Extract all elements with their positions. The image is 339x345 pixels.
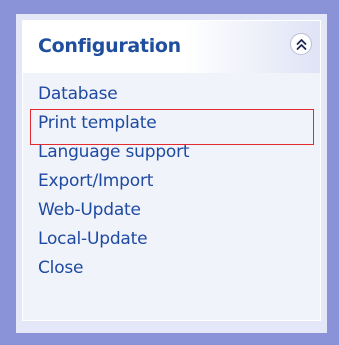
menu-list: Database Print template Language support…: [38, 80, 313, 283]
menu-item-label: Local-Update: [38, 229, 148, 249]
menu-item-export-import[interactable]: Export/Import: [38, 167, 313, 196]
menu-item-local-update[interactable]: Local-Update: [38, 225, 313, 254]
menu-item-label: Database: [38, 84, 118, 104]
menu-item-label: Print template: [38, 113, 157, 133]
menu-item-close[interactable]: Close: [38, 254, 313, 283]
double-chevron-up-icon: [296, 39, 307, 50]
menu-item-label: Close: [38, 258, 84, 278]
menu-item-print-template[interactable]: Print template: [38, 109, 313, 138]
panel-title: Configuration: [38, 35, 181, 57]
configuration-panel: Configuration Database Print template La…: [22, 20, 321, 321]
panel-header[interactable]: Configuration: [23, 21, 320, 73]
menu-item-database[interactable]: Database: [38, 80, 313, 109]
menu-item-label: Web-Update: [38, 200, 141, 220]
menu-item-web-update[interactable]: Web-Update: [38, 196, 313, 225]
menu-item-label: Language support: [38, 142, 190, 162]
configuration-frame: Configuration Database Print template La…: [0, 0, 339, 345]
menu-item-language-support[interactable]: Language support: [38, 138, 313, 167]
collapse-button[interactable]: [290, 33, 312, 55]
menu-item-label: Export/Import: [38, 171, 154, 191]
